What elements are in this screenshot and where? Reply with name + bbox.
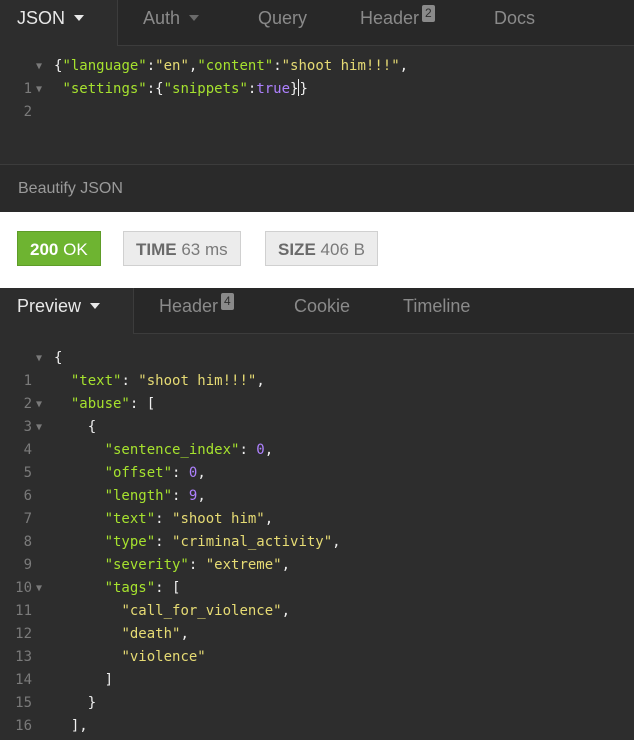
response-tab-bar: Preview Header 4 Cookie Timeline	[0, 288, 634, 335]
tab-docs[interactable]: Docs	[494, 0, 535, 46]
tab-response-header[interactable]: Header 4	[159, 288, 234, 334]
tab-query-label: Query	[258, 8, 308, 28]
code-line: 16 }	[0, 692, 96, 734]
beautify-json-button[interactable]: Beautify JSON	[18, 180, 123, 198]
code-line: 4 ▼ {	[0, 416, 97, 458]
status-code-badge: 200 OK	[17, 231, 101, 266]
tab-cookie[interactable]: Cookie	[294, 288, 350, 334]
code-line: 3 ▼ "abuse": [	[0, 393, 156, 435]
fold-arrow-icon[interactable]: ▼	[36, 393, 46, 416]
code-line: 2 "text": "shoot him!!!",	[0, 370, 265, 412]
tab-timeline-label: Timeline	[403, 296, 471, 316]
header-count-badge: 4	[221, 293, 234, 310]
tab-json[interactable]: JSON	[0, 0, 118, 47]
fold-arrow-icon[interactable]: ▼	[36, 78, 46, 101]
code-line: 5 "sentence_index": 0,	[0, 439, 274, 481]
response-preview[interactable]: 1 ▼ { 2 "text": "shoot him!!!", 3 ▼ "abu…	[0, 334, 634, 740]
tab-preview-label: Preview	[17, 296, 82, 316]
code-line: 9 "type": "criminal_activity",	[0, 531, 341, 573]
app-window: JSON Auth Query Header 2 Docs 1 ▼ {"langu…	[0, 0, 634, 740]
code-line: 11 ▼ "tags": [	[0, 577, 180, 619]
tab-cookie-label: Cookie	[294, 296, 351, 316]
code-line: 7 "length": 9,	[0, 485, 206, 527]
code-line: 1 ▼ {"language":"en","content":"shoot hi…	[0, 55, 409, 97]
fold-arrow-icon[interactable]: ▼	[36, 577, 46, 600]
request-tab-bar: JSON Auth Query Header 2 Docs	[0, 0, 634, 47]
caret-down-icon[interactable]	[90, 303, 101, 309]
editor-action-bar: Beautify JSON	[0, 164, 634, 212]
code-line: 6 "offset": 0,	[0, 462, 206, 504]
code-line: 8 "text": "shoot him",	[0, 508, 274, 550]
tab-query[interactable]: Query	[258, 0, 307, 46]
tab-header-label: Header	[360, 8, 420, 28]
code-line: 10 "severity": "extreme",	[0, 554, 290, 596]
caret-down-icon[interactable]	[74, 15, 85, 21]
response-size-badge: SIZE 406 B	[265, 231, 378, 266]
tab-json-label: JSON	[17, 8, 66, 28]
caret-down-icon[interactable]	[189, 15, 200, 21]
response-time-badge: TIME 63 ms	[123, 231, 241, 266]
tab-timeline[interactable]: Timeline	[403, 288, 470, 334]
response-status-bar: 200 OK TIME 63 ms SIZE 406 B	[0, 212, 634, 288]
tab-response-header-label: Header	[159, 296, 219, 316]
code-line: 1 ▼ {	[0, 347, 63, 389]
tab-auth[interactable]: Auth	[143, 0, 200, 46]
tab-header[interactable]: Header 2	[360, 0, 435, 46]
line-number: 2	[23, 104, 32, 120]
code-line: 12 "call_for_violence",	[0, 600, 290, 642]
fold-arrow-icon[interactable]: ▼	[36, 55, 46, 78]
code-line: 2 ▼ "settings":{"snippets":true}}	[0, 78, 308, 120]
fold-arrow-icon[interactable]: ▼	[36, 347, 46, 370]
code-line: 14 "violence"	[0, 646, 206, 688]
code-line: 17 ],	[0, 715, 88, 738]
code-line: 13 "death",	[0, 623, 189, 665]
code-line: 15 ]	[0, 669, 113, 711]
request-body-editor[interactable]: 1 ▼ {"language":"en","content":"shoot hi…	[0, 46, 634, 164]
header-count-badge: 2	[422, 5, 435, 22]
fold-arrow-icon[interactable]: ▼	[36, 416, 46, 439]
tab-docs-label: Docs	[494, 8, 536, 28]
tab-auth-label: Auth	[143, 8, 181, 28]
tab-preview[interactable]: Preview	[0, 288, 134, 335]
